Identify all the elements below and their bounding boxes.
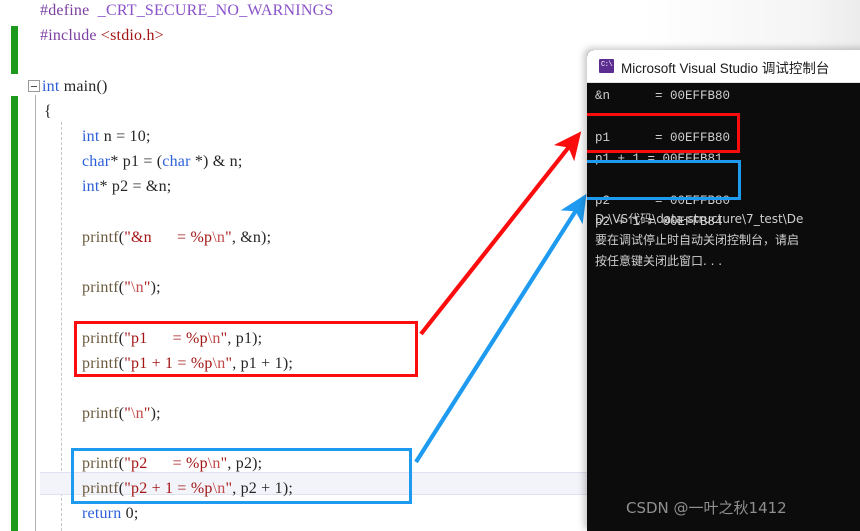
console-footer-line: 要在调试停止时自动关闭控制台，请启 [595, 233, 800, 247]
console-footer-line: 按任意键关闭此窗口. . . [595, 254, 723, 268]
code-token: * p2 = &n; [99, 178, 172, 195]
code-token: { [44, 103, 52, 120]
console-output-line: &n = 00EFFB80 [595, 89, 731, 103]
code-token: \n [131, 279, 144, 296]
collapse-toggle-icon[interactable] [28, 80, 40, 92]
code-token: n = [99, 128, 130, 145]
gutter-change-bar [11, 26, 18, 74]
console-footer-line: D:\VS代码\data-structure\7_test\De [595, 212, 804, 226]
code-token: int [82, 178, 100, 195]
csdn-watermark: CSDN @一叶之秋1412 [626, 499, 787, 517]
code-token: " [143, 405, 151, 422]
code-token: _CRT_SECURE_NO_WARNINGS [97, 2, 334, 19]
code-line: printf("&n = %p\n", &n); [82, 230, 271, 246]
code-line: return 0; [82, 506, 138, 522]
code-token: int [82, 128, 100, 145]
code-highlight-p1 [74, 321, 418, 377]
code-token: printf [82, 229, 119, 246]
code-line: printf("\n"); [82, 406, 161, 422]
code-token: ; [133, 505, 139, 522]
code-token: <stdio.h> [100, 27, 164, 44]
console-icon-glyph: C:\ [601, 61, 613, 69]
code-token: ); [150, 405, 161, 422]
console-highlight-p1 [587, 113, 740, 153]
code-token: char [82, 153, 111, 170]
code-line: #include <stdio.h> [40, 28, 164, 44]
code-token: 0 [125, 505, 134, 522]
code-token: main() [59, 78, 108, 95]
brace-guide-line [35, 95, 36, 531]
code-token: * p1 = ( [110, 153, 163, 170]
code-token: ); [150, 279, 161, 296]
code-token: return [82, 505, 122, 522]
code-token: printf [82, 405, 119, 422]
code-token: 10 [129, 128, 146, 145]
code-line: int main() [42, 79, 108, 95]
code-token: " [225, 229, 232, 246]
code-line: #define _CRT_SECURE_NO_WARNINGS [40, 3, 333, 19]
code-highlight-p2 [71, 448, 412, 504]
code-token: \n [131, 405, 144, 422]
code-line: printf("\n"); [82, 280, 161, 296]
code-token: "&n = %p [124, 229, 213, 246]
code-token: #define [40, 2, 98, 19]
code-token: char [162, 153, 191, 170]
code-token: int [42, 78, 60, 95]
console-title-bar[interactable]: C:\ Microsoft Visual Studio 调试控制台 [587, 50, 860, 83]
code-token: printf [82, 279, 119, 296]
code-token: " [124, 405, 132, 422]
console-window[interactable]: C:\ Microsoft Visual Studio 调试控制台 &n = 0… [587, 50, 860, 531]
code-line: int* p2 = &n; [82, 179, 171, 195]
code-token: " [143, 279, 151, 296]
indent-guide-line [61, 122, 62, 531]
console-highlight-p2 [587, 160, 741, 200]
code-token: *) & n; [190, 153, 243, 170]
code-token: ; [145, 128, 151, 145]
code-line: char* p1 = (char *) & n; [82, 154, 242, 170]
code-token: #include [40, 27, 101, 44]
console-app-icon: C:\ [599, 59, 614, 73]
console-window-title: Microsoft Visual Studio 调试控制台 [621, 61, 830, 76]
code-token: \n [212, 229, 226, 246]
code-token: " [124, 279, 132, 296]
gutter-change-bar [11, 96, 18, 531]
code-line: int n = 10; [82, 129, 151, 145]
code-token: , &n); [231, 229, 272, 246]
code-line: { [44, 104, 52, 120]
